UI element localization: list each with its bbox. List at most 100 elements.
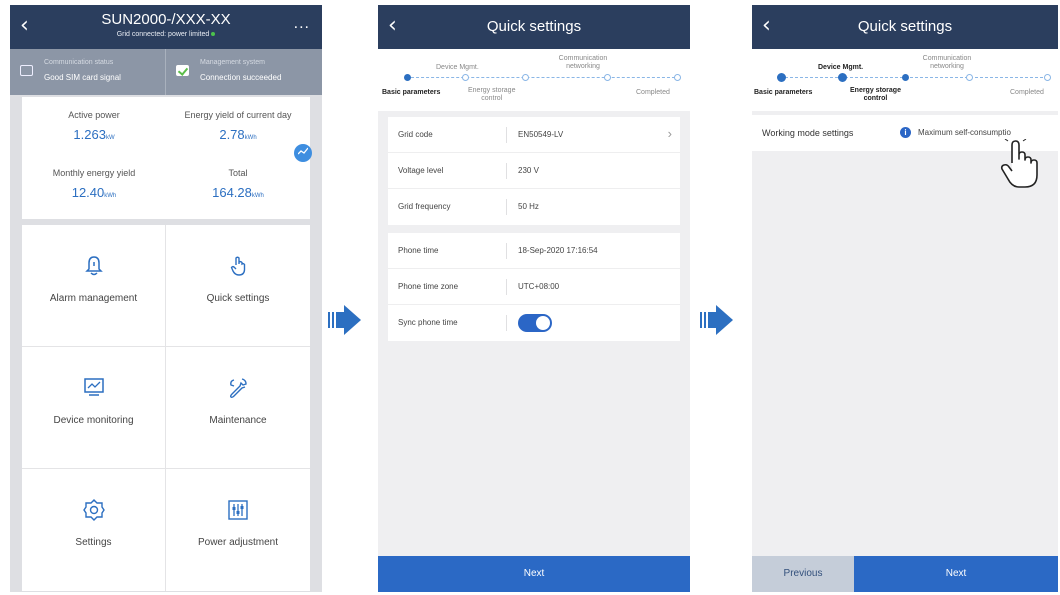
metric-total-yield: Total 164.28kWh [166, 155, 310, 215]
flow-arrow-icon [700, 305, 733, 335]
pointing-hand-icon [1000, 139, 1038, 188]
trend-chart-icon[interactable] [294, 144, 312, 162]
home-header: ‹ SUN2000-/XXX-XX Grid connected: power … [10, 5, 322, 49]
row-label: Phone time [398, 246, 439, 255]
quick-settings-basic-screen: ‹ Quick settings Device Mgmt. Communicat… [378, 5, 690, 592]
row-value: UTC+08:00 [518, 282, 560, 291]
metric-label: Total [228, 168, 248, 178]
status-dot-icon [211, 32, 216, 37]
management-system-status: Management system Connection succeeded [166, 49, 322, 95]
step-label: Completed [636, 89, 670, 96]
row-label: Grid frequency [398, 202, 451, 211]
step-node-device [462, 74, 469, 81]
more-menu-icon[interactable]: ... [294, 15, 310, 33]
metric-value: 2.78kWh [219, 127, 257, 142]
quick-settings-header: ‹ Quick settings [378, 5, 690, 49]
metric-active-power: Active power 1.263kW [22, 97, 166, 157]
grid-frequency-row[interactable]: Grid frequency 50 Hz [388, 189, 680, 225]
info-icon[interactable]: i [900, 127, 911, 138]
setup-stepper: Device Mgmt. Communication networking Bas… [752, 49, 1058, 111]
status-value: Connection succeeded [200, 73, 282, 82]
tile-label: Power adjustment [197, 537, 279, 548]
tile-maintenance[interactable]: Maintenance [166, 347, 310, 469]
page-title: Quick settings [857, 18, 953, 35]
communication-status: Communication status Good SIM card signa… [10, 49, 166, 95]
setup-stepper: Device Mgmt. Communication networking Bas… [378, 49, 690, 111]
row-label: Phone time zone [398, 282, 459, 291]
step-label: Device Mgmt. [436, 64, 479, 71]
phone-time-row: Phone time 18-Sep-2020 17:16:54 [388, 233, 680, 269]
step-node-basic [777, 73, 786, 82]
metric-energy-today: Energy yield of current day 2.78kWh [166, 97, 310, 157]
step-node-completed [1044, 74, 1051, 81]
step-label: Energy storage control [468, 87, 516, 102]
status-bar: Communication status Good SIM card signa… [10, 49, 322, 95]
step-label: Completed [1010, 89, 1044, 96]
gear-icon [82, 499, 105, 521]
metric-value: 1.263kW [73, 127, 115, 142]
sliders-icon [228, 500, 248, 520]
step-node-communication [604, 74, 611, 81]
tile-power-adjustment[interactable]: Power adjustment [166, 469, 310, 591]
tile-label: Settings [75, 537, 112, 548]
row-label: Sync phone time [398, 318, 458, 327]
metric-monthly-yield: Monthly energy yield 12.40kWh [22, 155, 166, 215]
tile-device-monitoring[interactable]: Device monitoring [22, 347, 166, 469]
check-icon [176, 65, 189, 76]
flow-arrow-icon [328, 305, 361, 335]
tile-alarm-management[interactable]: Alarm management [22, 225, 166, 347]
energy-metrics: Active power 1.263kW Energy yield of cur… [22, 97, 312, 219]
step-label-active: Basic parameters [382, 89, 441, 96]
status-label: Communication status [44, 59, 114, 66]
tile-quick-settings[interactable]: Quick settings [166, 225, 310, 347]
tile-settings[interactable]: Settings [22, 469, 166, 591]
sim-signal-icon [20, 65, 33, 76]
quick-settings-header: ‹ Quick settings [752, 5, 1058, 49]
metric-label: Monthly energy yield [52, 168, 136, 178]
previous-button[interactable]: Previous [752, 556, 854, 592]
step-node-communication [966, 74, 973, 81]
stepper-line [780, 77, 1048, 78]
phone-time-card: Phone time 18-Sep-2020 17:16:54 Phone ti… [388, 233, 680, 341]
device-title: SUN2000-/XXX-XX [101, 11, 231, 28]
step-node-basic [404, 74, 411, 81]
grid-code-row[interactable]: Grid code EN50549-LV › [388, 117, 680, 153]
stepper-line [406, 77, 680, 78]
status-value: Good SIM card signal [44, 73, 121, 82]
row-value: EN50549-LV [518, 130, 564, 139]
row-value: 230 V [518, 166, 539, 175]
monitor-icon [83, 378, 104, 396]
step-label-active: Energy storage control [850, 87, 901, 102]
next-button[interactable]: Next [378, 556, 690, 592]
tap-hand-icon [230, 256, 246, 276]
quick-settings-energy-screen: ‹ Quick settings Device Mgmt. Communicat… [752, 5, 1058, 592]
working-mode-label: Working mode settings [762, 128, 854, 138]
step-label: Communication networking [922, 55, 972, 70]
voltage-level-row[interactable]: Voltage level 230 V [388, 153, 680, 189]
function-grid: Alarm management Quick settings Device m… [22, 225, 310, 591]
phone-time-zone-row: Phone time zone UTC+08:00 [388, 269, 680, 305]
metric-value: 12.40kWh [71, 185, 117, 200]
bell-icon [84, 256, 103, 276]
step-label-active: Device Mgmt. [818, 64, 864, 71]
step-node-energy [902, 74, 909, 81]
metric-label: Energy yield of current day [184, 110, 292, 120]
step-node-device [838, 73, 847, 82]
step-label-active: Basic parameters [754, 89, 813, 96]
step-node-completed [674, 74, 681, 81]
grid-parameters-card: Grid code EN50549-LV › Voltage level 230… [388, 117, 680, 225]
step-label: Communication networking [558, 55, 608, 70]
tile-label: Alarm management [49, 293, 138, 304]
step-node-energy [522, 74, 529, 81]
row-label: Voltage level [398, 166, 444, 175]
home-screen: ‹ SUN2000-/XXX-XX Grid connected: power … [10, 5, 322, 592]
row-label: Grid code [398, 130, 433, 139]
sync-phone-time-toggle[interactable] [518, 314, 552, 332]
sync-phone-time-row: Sync phone time [388, 305, 680, 341]
device-status: Grid connected: power limited [10, 31, 322, 38]
working-mode-value[interactable]: Maximum self-consumptio [918, 128, 1058, 137]
next-button[interactable]: Next [854, 556, 1058, 592]
wrench-icon [229, 378, 247, 399]
tile-label: Device monitoring [53, 415, 134, 426]
metric-label: Active power [68, 110, 120, 120]
